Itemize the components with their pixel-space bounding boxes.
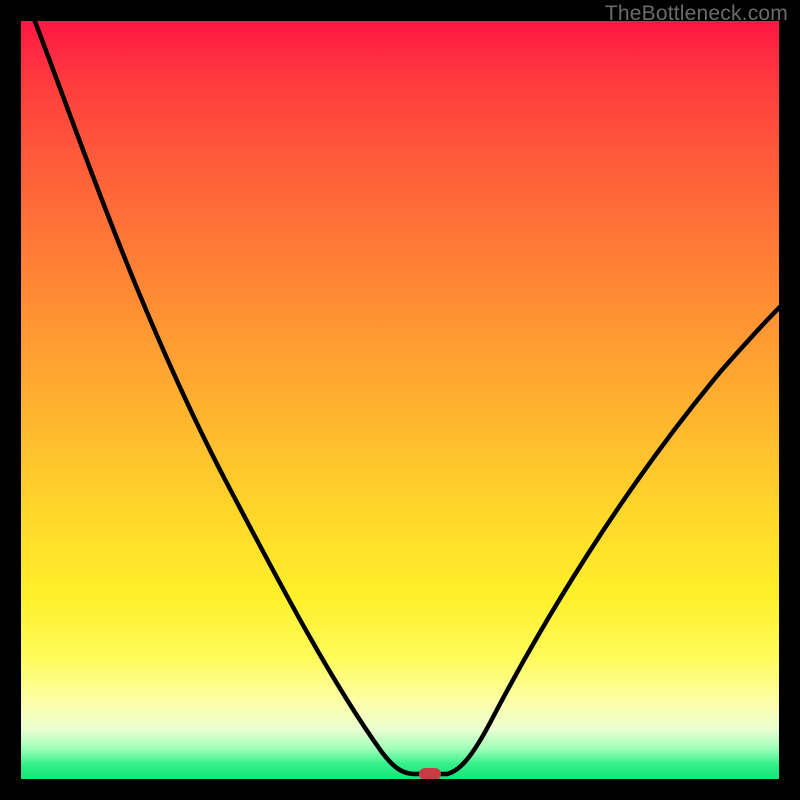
minimum-marker [419,768,441,779]
bottleneck-curve [21,21,779,779]
plot-area [21,21,779,779]
chart-stage: TheBottleneck.com [0,0,800,800]
